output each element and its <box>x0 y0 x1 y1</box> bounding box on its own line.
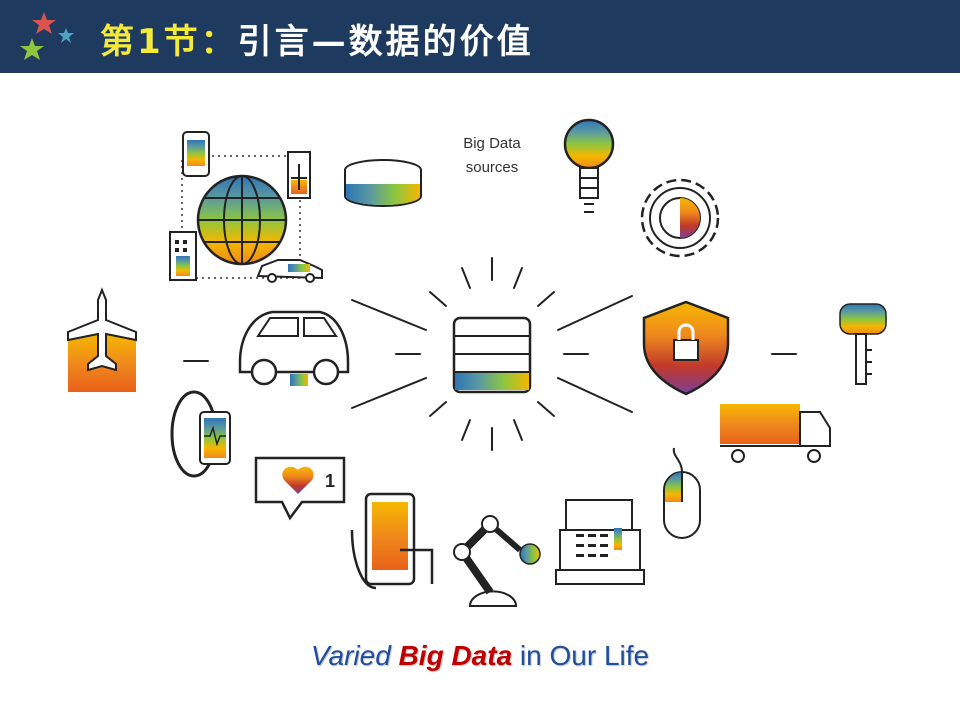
big-data-sources-label-line1: Big Data <box>463 135 521 152</box>
building-icon <box>169 231 197 281</box>
mouse-icon <box>663 447 701 539</box>
robot-arm-icon <box>453 515 541 607</box>
title-main: 引言—数据的价值 <box>237 22 534 62</box>
stars-icon <box>20 12 74 60</box>
title-bar: 第1节：引言—数据的价值 <box>0 0 960 73</box>
car-small-icon <box>256 259 323 283</box>
database-disk-icon <box>344 159 422 207</box>
big-data-sources-diagram: Big Data sources 1 <box>67 118 887 607</box>
big-data-sources-label-line2: sources <box>466 159 519 176</box>
phone-icon <box>182 131 210 177</box>
svg-text:1: 1 <box>325 471 335 491</box>
caption: Varied Big Data in Our Life <box>0 640 960 672</box>
airport-icon <box>287 151 311 199</box>
like-notification-icon: 1 <box>254 456 346 521</box>
caption-part3: in Our Life <box>512 640 650 671</box>
title-prefix: 第1节： <box>100 22 238 62</box>
shield-lock-icon <box>642 300 730 396</box>
page-title: 第1节：引言—数据的价值 <box>100 14 534 63</box>
wearable-band-icon <box>170 390 231 478</box>
smartphone-hand-icon <box>350 492 434 590</box>
electric-car-icon <box>238 310 350 386</box>
lightbulb-icon <box>563 118 615 213</box>
gear-icon <box>640 178 720 258</box>
cargo-plane-icon <box>67 287 137 392</box>
truck-icon <box>720 404 831 463</box>
caption-part1: Varied <box>310 640 399 671</box>
key-icon <box>839 303 887 385</box>
caption-emphasis: Big Data <box>398 640 513 671</box>
cash-register-icon <box>555 499 645 585</box>
